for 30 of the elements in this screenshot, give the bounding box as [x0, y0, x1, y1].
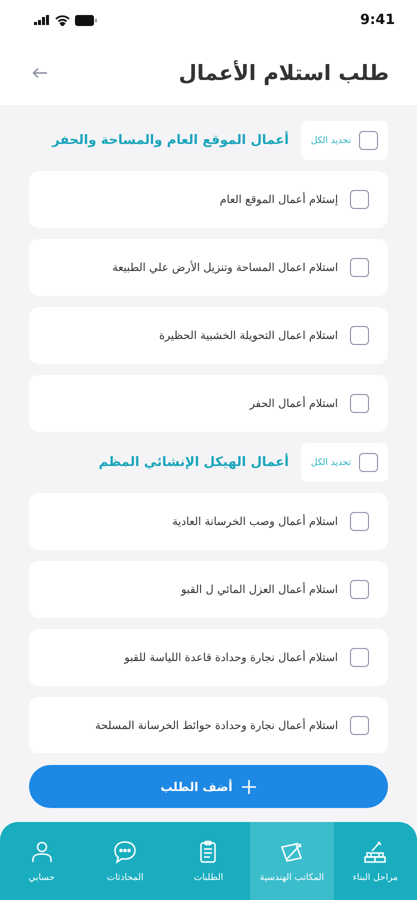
section-title: أعمال الهيكل الإنشائي المظم — [98, 455, 289, 470]
checkbox[interactable] — [359, 453, 378, 472]
wifi-icon — [55, 14, 70, 26]
add-request-button[interactable]: أضف الطلب — [29, 765, 388, 808]
plus-icon — [240, 778, 257, 794]
checkbox[interactable] — [350, 190, 369, 209]
chat-bubble-icon — [112, 839, 138, 865]
checkbox[interactable] — [350, 512, 369, 531]
checkbox[interactable] — [350, 326, 369, 345]
checklist-item[interactable]: استلام اعمال المساحة وتنزيل الأرض علي الطبيعة — [29, 239, 388, 296]
checklist-item[interactable]: استلام أعمال العزل المائي ل القبو — [29, 561, 388, 618]
checklist-item[interactable]: استلام أعمال وصب الخرسانة العادية — [29, 493, 388, 550]
checklist-item[interactable]: استلام أعمال نجارة وحدادة قاعدة اللياسة للقبو — [29, 629, 388, 686]
checkbox[interactable] — [350, 394, 369, 413]
checkbox[interactable] — [350, 716, 369, 735]
section-title: أعمال الموقع العام والمساحة والحفر — [52, 133, 289, 148]
checklist-item[interactable]: استلام أعمال نجارة وحدادة حوائط الخرسانة المسلحة — [29, 697, 388, 753]
status-time: 9:41 — [360, 12, 395, 28]
checklist-item[interactable]: استلام اعمال التحويلة الخشبية الحظيرة — [29, 307, 388, 364]
checkbox[interactable] — [359, 131, 378, 150]
checklist-item[interactable]: إستلام أعمال الموقع العام — [29, 171, 388, 228]
checklist-item[interactable]: استلام أعمال الحفر — [29, 375, 388, 432]
back-arrow-icon[interactable] — [32, 66, 48, 78]
checkbox[interactable] — [350, 258, 369, 277]
checkbox[interactable] — [350, 580, 369, 599]
bricks-icon — [362, 839, 388, 865]
battery-icon — [75, 14, 97, 26]
page-title: طلب استلام الأعمال — [178, 60, 389, 84]
checkbox[interactable] — [350, 648, 369, 667]
signal-icon — [34, 15, 50, 25]
